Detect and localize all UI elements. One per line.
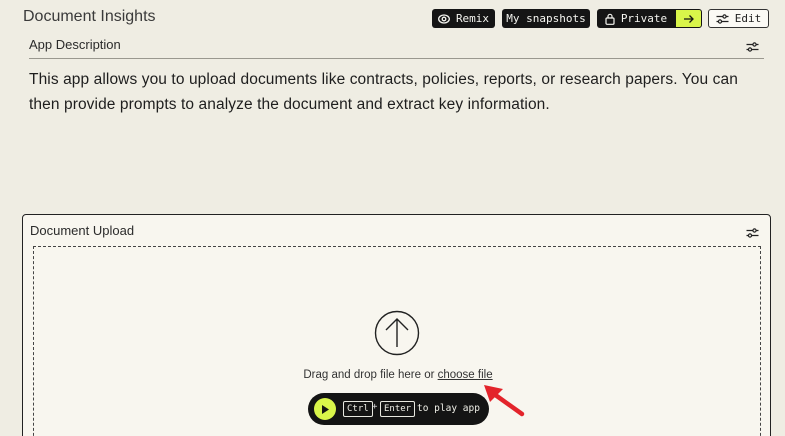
divider	[29, 58, 764, 59]
document-upload-label: Document Upload	[30, 223, 135, 238]
description-settings-button[interactable]	[746, 37, 759, 56]
remix-button[interactable]: Remix	[432, 9, 495, 28]
private-label: Private	[620, 12, 668, 25]
lock-icon	[605, 13, 615, 25]
private-button[interactable]: Private	[597, 9, 675, 28]
app-description-text: This app allows you to upload documents …	[29, 71, 738, 113]
play-caption: to play app	[417, 403, 480, 414]
ctrl-key: Ctrl	[343, 401, 373, 417]
enter-key: Enter	[380, 401, 416, 417]
drop-instructions: Drag and drop file here or choose file	[34, 369, 762, 381]
drop-text: Drag and drop file here or	[303, 369, 438, 381]
my-snapshots-label: My snapshots	[506, 12, 586, 25]
edit-label: Edit	[734, 12, 762, 25]
upload-arrow-icon[interactable]	[374, 310, 420, 356]
my-snapshots-button[interactable]: My snapshots	[502, 9, 590, 28]
share-go-button[interactable]	[675, 9, 702, 28]
upload-settings-button[interactable]	[746, 223, 759, 242]
arrow-right-icon	[683, 14, 694, 23]
app-description-label: App Description	[29, 37, 121, 52]
play-icon	[322, 404, 329, 414]
plus-sign: +	[372, 402, 378, 412]
sliders-icon	[746, 42, 759, 52]
pointer-arrow-icon	[484, 385, 525, 417]
document-upload-panel: Document Upload Drag and drop file here …	[22, 214, 771, 436]
file-dropzone[interactable]: Drag and drop file here or choose file C…	[33, 246, 761, 436]
sliders-icon	[746, 228, 759, 238]
sliders-icon	[716, 13, 729, 24]
eye-icon	[437, 13, 450, 24]
play-app-bar[interactable]: Ctrl + Enter to play app	[308, 393, 489, 425]
edit-button[interactable]: Edit	[708, 9, 769, 28]
choose-file-link[interactable]: choose file	[438, 369, 493, 381]
app-title: Document Insights	[23, 8, 156, 25]
remix-label: Remix	[455, 12, 490, 25]
top-bar: Document Insights Remix My snapshots Pri…	[0, 0, 785, 36]
play-button[interactable]	[314, 398, 336, 420]
